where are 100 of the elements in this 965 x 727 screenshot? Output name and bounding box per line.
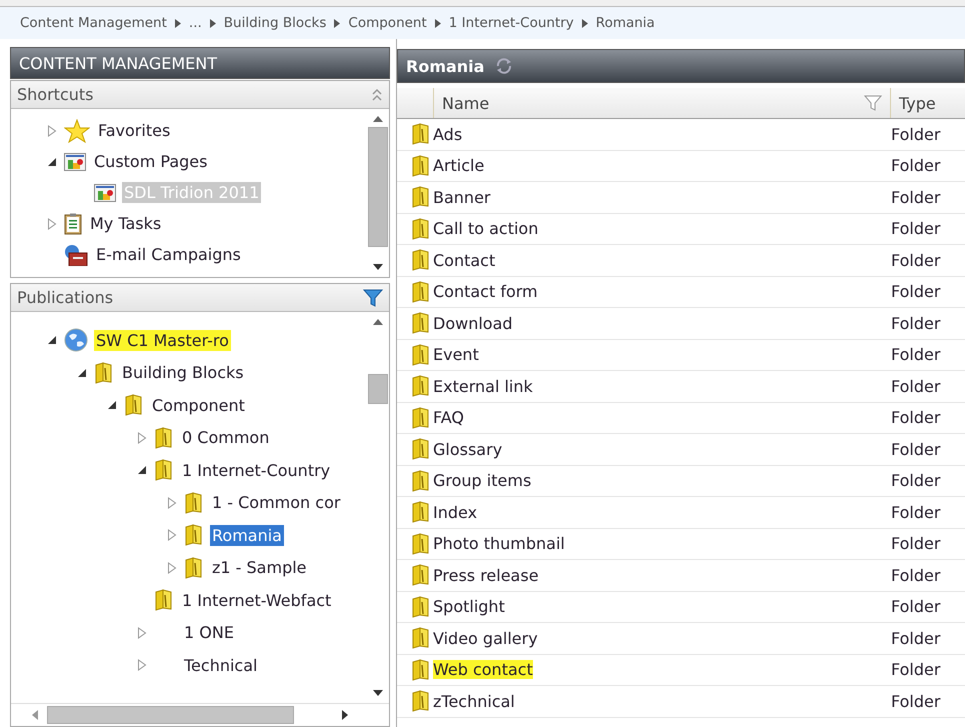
tree-item[interactable]: Romania: [210, 524, 284, 546]
section-header[interactable]: Publications: [11, 284, 389, 312]
breadcrumb-link[interactable]: Romania: [596, 15, 655, 31]
table-cell[interactable]: Press release: [433, 566, 539, 585]
folder-icon: [411, 312, 431, 334]
table-cell[interactable]: Spotlight: [433, 597, 505, 616]
table-cell[interactable]: Web contact: [433, 660, 533, 680]
tree-item[interactable]: 0 Common: [180, 427, 272, 448]
filter-icon[interactable]: [864, 95, 882, 111]
folder-icon: [124, 394, 144, 416]
table-cell[interactable]: Video gallery: [433, 628, 538, 648]
table-cell[interactable]: FAQ: [433, 408, 464, 428]
tree-item[interactable]: 1 Internet-Country: [180, 460, 332, 481]
collapsed-triangle-icon[interactable]: [166, 562, 178, 574]
expanded-triangle-icon[interactable]: [106, 400, 118, 410]
breadcrumb-arrow-icon: [434, 18, 441, 28]
tree-item[interactable]: Building Blocks: [120, 362, 246, 384]
collapsed-triangle-icon[interactable]: [136, 659, 148, 672]
table-cell[interactable]: Download: [433, 314, 513, 333]
tree-item[interactable]: E-mail Campaigns: [94, 244, 243, 265]
section-header[interactable]: Shortcuts: [11, 81, 389, 109]
table-cell[interactable]: Call to action: [433, 219, 538, 238]
clipboard-icon: [64, 212, 82, 234]
scroll-thumb[interactable]: [368, 127, 388, 247]
folder-icon: [154, 426, 174, 449]
collapsed-triangle-icon[interactable]: [136, 626, 148, 639]
breadcrumb-link[interactable]: ...: [188, 15, 202, 31]
folder-icon: [411, 470, 431, 492]
expanded-triangle-icon[interactable]: [76, 368, 88, 378]
table-cell: Folder: [891, 440, 940, 459]
table-cell[interactable]: Ads: [433, 124, 462, 144]
collapse-chevrons-icon[interactable]: [371, 88, 383, 102]
table-cell[interactable]: zTechnical: [433, 692, 515, 711]
breadcrumb-link[interactable]: 1 Internet-Country: [448, 15, 574, 31]
table-cell: Folder: [891, 408, 940, 428]
table-cell: Folder: [891, 376, 940, 396]
breadcrumb-arrow-icon: [334, 18, 340, 28]
breadcrumb-arrow-icon: [582, 18, 588, 28]
breadcrumb-link[interactable]: Content Management: [20, 15, 167, 31]
table-cell[interactable]: Banner: [433, 188, 490, 207]
folder-icon: [411, 406, 431, 429]
filter-icon[interactable]: [363, 288, 383, 306]
folder-icon: [411, 564, 431, 586]
table-cell: Folder: [891, 502, 940, 522]
folder-icon: [411, 658, 431, 681]
table-cell[interactable]: Article: [433, 156, 484, 176]
folder-icon: [411, 154, 431, 177]
collapsed-triangle-icon[interactable]: [136, 432, 148, 444]
table-cell: Folder: [891, 188, 940, 207]
folder-icon: [411, 218, 431, 240]
column-header[interactable]: Type: [891, 88, 936, 118]
expanded-triangle-icon[interactable]: [136, 465, 148, 476]
tree-item[interactable]: Technical: [182, 654, 260, 676]
table-cell: Folder: [891, 660, 940, 680]
table-cell: Folder: [891, 250, 940, 270]
scroll-up-arrow-icon[interactable]: [372, 115, 384, 123]
folder-icon: [184, 556, 204, 579]
scroll-down-arrow-icon[interactable]: [372, 263, 384, 271]
collapsed-triangle-icon[interactable]: [46, 124, 58, 136]
star-icon: [64, 118, 90, 142]
scroll-down-arrow-icon[interactable]: [372, 689, 384, 697]
table-cell: Folder: [891, 628, 940, 648]
scroll-up-arrow-icon[interactable]: [372, 318, 384, 326]
scroll-thumb[interactable]: [368, 374, 388, 404]
expanded-triangle-icon[interactable]: [46, 156, 58, 166]
table-cell[interactable]: Glossary: [433, 440, 502, 459]
horizontal-scrollbar[interactable]: [11, 703, 389, 726]
tree-item[interactable]: Custom Pages: [92, 151, 210, 172]
table-cell[interactable]: External link: [433, 376, 533, 396]
scroll-left-arrow-icon[interactable]: [31, 709, 39, 721]
folder-icon: [411, 123, 431, 146]
breadcrumb-link[interactable]: Building Blocks: [224, 15, 326, 31]
table-cell[interactable]: Contact: [433, 250, 496, 270]
tree-item[interactable]: Favorites: [96, 120, 172, 141]
table-cell: Folder: [891, 692, 940, 711]
table-cell[interactable]: Contact form: [433, 282, 538, 302]
tree-item[interactable]: 1 Internet-Webfact: [180, 590, 334, 611]
tree-item[interactable]: Component: [150, 394, 247, 416]
collapsed-triangle-icon[interactable]: [166, 496, 178, 509]
section-title: Publications: [17, 288, 114, 307]
expanded-triangle-icon[interactable]: [46, 335, 58, 346]
tree-item[interactable]: z1 - Sample: [210, 557, 309, 578]
scroll-right-arrow-icon[interactable]: [341, 709, 349, 721]
table-cell[interactable]: Index: [433, 502, 478, 522]
table-cell[interactable]: Photo thumbnail: [433, 534, 565, 554]
breadcrumb-link[interactable]: Component: [348, 15, 427, 31]
collapsed-triangle-icon[interactable]: [166, 529, 178, 542]
column-header[interactable]: Name: [434, 88, 891, 118]
collapsed-triangle-icon[interactable]: [46, 218, 58, 230]
section-title: Shortcuts: [17, 85, 94, 104]
table-cell[interactable]: Group items: [433, 471, 532, 490]
folder-icon: [411, 249, 431, 272]
table-cell[interactable]: Event: [433, 345, 479, 364]
table-cell: Folder: [891, 282, 940, 302]
tree-item[interactable]: My Tasks: [88, 213, 164, 234]
tree-item[interactable]: 1 ONE: [182, 622, 236, 644]
folder-icon: [154, 589, 174, 612]
tree-item[interactable]: 1 - Common cor: [210, 492, 342, 514]
scroll-thumb[interactable]: [47, 706, 294, 724]
tree-item[interactable]: SW C1 Master-ro: [94, 330, 231, 351]
